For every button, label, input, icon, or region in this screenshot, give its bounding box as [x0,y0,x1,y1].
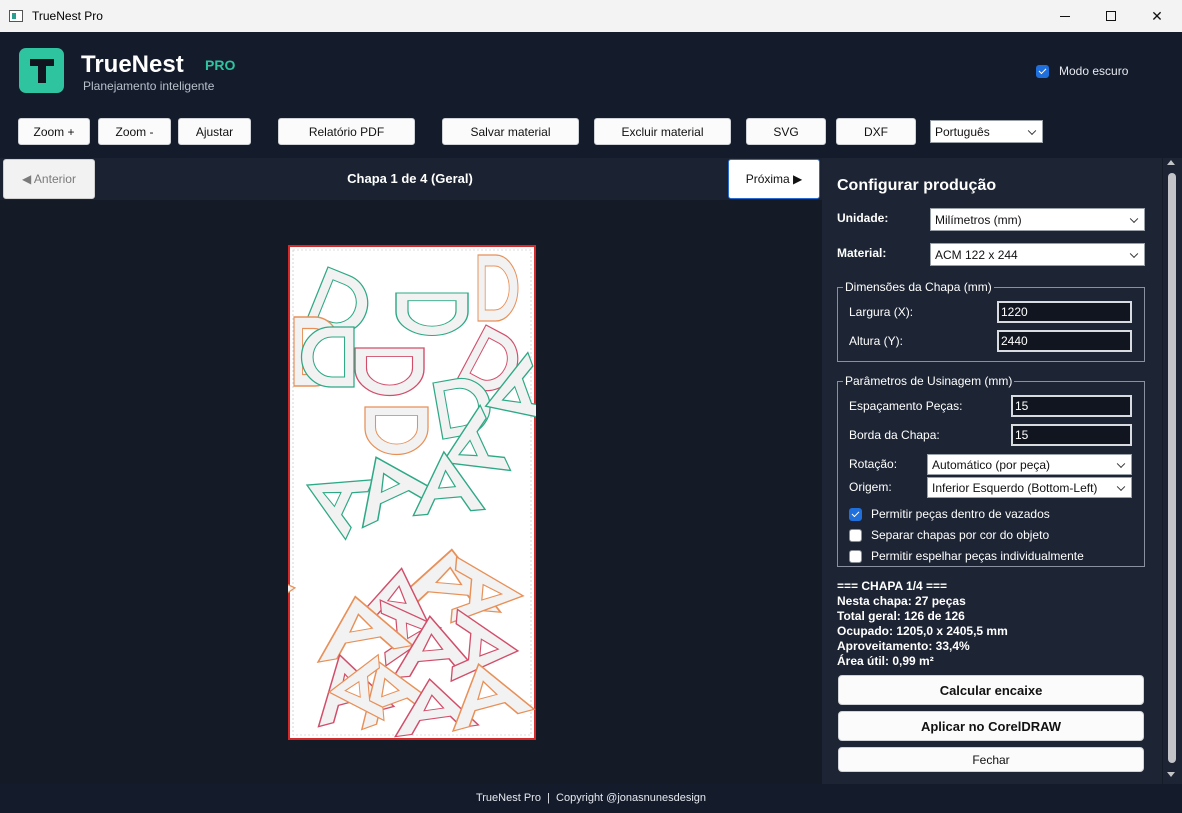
chevron-down-icon [1116,459,1126,468]
brand-tagline: Planejamento inteligente [83,79,215,93]
piece-d[interactable] [354,347,425,397]
material-label: Material: [837,246,887,260]
zoom-out-button[interactable]: Zoom - [98,118,171,145]
minimize-button[interactable] [1042,0,1088,32]
stats-pieces: Nesta chapa: 27 peças [837,594,966,608]
stats-usage: Aproveitamento: 33,4% [837,639,970,653]
border-value: 15 [1015,428,1029,442]
height-value: 2440 [1001,334,1028,348]
footer: TrueNest Pro | Copyright @jonasnunesdesi… [0,784,1182,813]
app-icon [9,10,23,22]
stats-area: Área útil: 0,99 m² [837,654,934,668]
spacing-value: 15 [1015,399,1029,413]
rotation-label: Rotação: [849,457,898,471]
option-checkbox[interactable] [849,549,862,563]
option-label: Separar chapas por cor do objeto [871,528,1050,542]
brand-name: TrueNest [81,51,184,78]
language-select[interactable]: Português [930,120,1043,143]
sheet-stats: === CHAPA 1/4 === Nesta chapa: 27 peças … [837,579,1008,669]
dxf-export-button[interactable]: DXF [836,118,916,145]
spacing-input[interactable]: 15 [1011,395,1132,417]
spacing-label: Espaçamento Peças: [849,399,963,413]
width-value: 1220 [1001,305,1028,319]
piece-d[interactable] [300,326,355,388]
language-value: Português [935,124,990,139]
rotation-value: Automático (por peça) [932,457,1051,472]
dimensions-group-legend: Dimensões da Chapa (mm) [843,280,994,294]
svg-export-button[interactable]: SVG [746,118,826,145]
brand-badge: PRO [205,57,236,73]
option-allow-mirroring[interactable]: Permitir espelhar peças individualmente [849,549,1084,563]
close-icon: ✕ [1151,7,1163,24]
height-input[interactable]: 2440 [997,330,1132,352]
option-label: Permitir peças dentro de vazados [871,507,1050,521]
machining-group-legend: Parâmetros de Usinagem (mm) [843,374,1015,388]
origin-label: Origem: [849,480,892,494]
chevron-down-icon [1129,249,1139,258]
unit-value: Milímetros (mm) [935,212,1022,227]
fit-button[interactable]: Ajustar [178,118,251,145]
dark-mode-toggle[interactable]: Modo escuro [1036,64,1128,78]
panel-title: Configurar produção [837,177,997,194]
app-header: TrueNest PRO Planejamento inteligente Mo… [0,32,1182,108]
previous-sheet-button[interactable]: ◀ Anterior [3,159,95,199]
piece-d[interactable] [477,254,519,322]
apply-coreldraw-button[interactable]: Aplicar no CorelDRAW [838,711,1144,741]
chevron-down-icon [1116,482,1126,491]
height-label: Altura (Y): [849,334,904,348]
chevron-down-icon [1027,126,1037,135]
stats-occupied: Ocupado: 1205,0 x 2405,5 mm [837,624,1008,638]
scroll-up-icon[interactable] [1167,160,1175,165]
minimize-icon [1060,15,1070,17]
option-allow-inside-holes[interactable]: Permitir peças dentro de vazados [849,507,1050,521]
origin-value: Inferior Esquerdo (Bottom-Left) [932,480,1098,495]
piece-d[interactable] [364,406,429,456]
close-button[interactable]: Fechar [838,747,1144,772]
pdf-report-button[interactable]: Relatório PDF [278,118,415,145]
stats-header: === CHAPA 1/4 === [837,579,948,593]
window-title: TrueNest Pro [32,9,103,23]
piece-d[interactable] [395,292,469,337]
rotation-select[interactable]: Automático (por peça) [927,454,1132,475]
maximize-icon [1106,11,1116,21]
chevron-down-icon [1129,214,1139,223]
unit-select[interactable]: Milímetros (mm) [930,208,1145,231]
zoom-in-button[interactable]: Zoom + [18,118,90,145]
scroll-thumb[interactable] [1168,173,1176,763]
material-select[interactable]: ACM 122 x 244 [930,243,1145,266]
option-checkbox[interactable] [849,528,862,542]
material-value: ACM 122 x 244 [935,247,1018,262]
footer-text: TrueNest Pro | Copyright @jonasnunesdesi… [475,792,707,804]
sheet-preview[interactable] [233,245,554,740]
option-checkbox[interactable] [849,507,862,521]
border-label: Borda da Chapa: [849,428,940,442]
origin-select[interactable]: Inferior Esquerdo (Bottom-Left) [927,477,1132,498]
unit-label: Unidade: [837,211,889,225]
maximize-button[interactable] [1088,0,1134,32]
dark-mode-label: Modo escuro [1059,64,1129,78]
save-material-button[interactable]: Salvar material [442,118,579,145]
width-label: Largura (X): [849,305,914,319]
option-separate-by-color[interactable]: Separar chapas por cor do objeto [849,528,1049,542]
calculate-nesting-button[interactable]: Calcular encaixe [838,675,1144,705]
next-sheet-button[interactable]: Próxima ▶ [728,159,820,199]
border-input[interactable]: 15 [1011,424,1132,446]
width-input[interactable]: 1220 [997,301,1132,323]
delete-material-button[interactable]: Excluir material [594,118,731,145]
sheet-title: Chapa 1 de 4 (Geral) [347,171,473,186]
dark-mode-checkbox[interactable] [1036,64,1049,78]
logo-icon [19,48,64,93]
stats-total: Total geral: 126 de 126 [837,609,965,623]
scroll-down-icon[interactable] [1167,772,1175,777]
window-titlebar: TrueNest Pro [0,0,1182,32]
close-window-button[interactable]: ✕ [1134,0,1180,32]
option-label: Permitir espelhar peças individualmente [871,549,1084,563]
